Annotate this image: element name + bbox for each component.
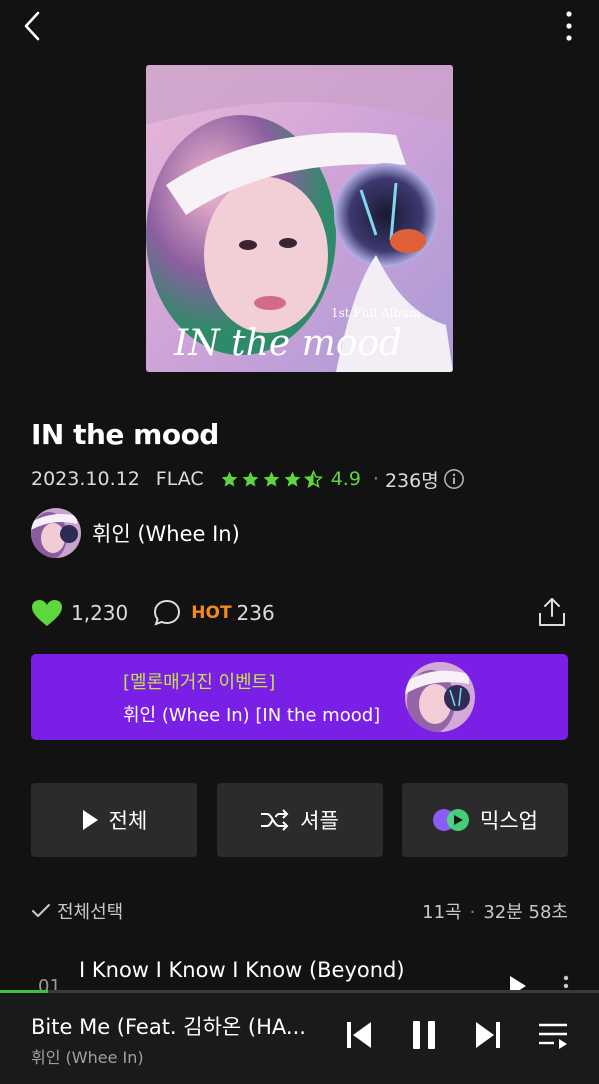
total-duration: 32분 58초 (483, 902, 568, 923)
play-all-button[interactable]: 전체 (31, 783, 197, 857)
select-all-button[interactable]: 전체선택 (31, 898, 123, 924)
track-count: 11곡 (422, 902, 462, 923)
artist-row[interactable]: 휘인 (Whee In) (31, 508, 240, 558)
tracklist-summary: 11곡 · 32분 58초 (422, 898, 568, 924)
star-icon (284, 471, 301, 487)
banner-tag: [멜론매거진 이벤트] (123, 672, 276, 693)
playback-progress[interactable] (0, 990, 599, 993)
mixup-label: 믹스업 (480, 809, 538, 833)
star-icon (242, 471, 259, 487)
rating-stars[interactable] (220, 469, 323, 489)
like-button[interactable]: 1,230 (31, 599, 128, 627)
now-playing-title: Bite Me (Feat. 김하온 (HA... (31, 1015, 306, 1039)
social-row: 1,230 HOT 236 (31, 594, 568, 632)
check-icon (32, 904, 50, 917)
chevron-left-icon (24, 11, 40, 41)
album-cover[interactable]: 1st Full Album IN the mood (146, 65, 453, 372)
album-meta: 2023.10.12 FLAC 4.9 · 236명 (31, 466, 465, 492)
comment-button[interactable]: HOT 236 (153, 599, 275, 627)
comment-icon (154, 599, 181, 626)
banner-text: 휘인 (Whee In) [IN the mood] (123, 705, 381, 726)
audio-format: FLAC (155, 468, 204, 490)
shuffle-label: 셔플 (300, 809, 339, 833)
next-icon[interactable] (474, 1020, 502, 1050)
artist-name: 휘인 (Whee In) (92, 522, 240, 546)
action-buttons: 전체 셔플 믹스업 (31, 783, 568, 857)
heart-icon (32, 600, 62, 626)
track-title: I Know I Know I Know (Beyond) (79, 958, 405, 982)
select-all-label: 전체선택 (57, 902, 124, 923)
share-icon (539, 598, 565, 626)
star-icon (221, 471, 238, 487)
more-options-button[interactable] (559, 8, 579, 44)
artist-avatar (31, 508, 81, 558)
top-bar (0, 0, 599, 54)
magazine-event-banner[interactable]: [멜론매거진 이벤트] 휘인 (Whee In) [IN the mood] (31, 654, 568, 740)
cover-title: IN the mood (173, 323, 402, 364)
back-button[interactable] (20, 10, 48, 42)
mixup-button[interactable]: 믹스업 (402, 783, 568, 857)
separator-dot: · (469, 902, 476, 923)
previous-icon[interactable] (345, 1020, 373, 1050)
half-star-icon (303, 469, 323, 488)
share-button[interactable] (536, 596, 568, 628)
playlist-icon[interactable] (537, 1020, 569, 1050)
like-count: 1,230 (71, 601, 129, 625)
shuffle-icon (261, 809, 289, 831)
more-vertical-icon (566, 11, 572, 41)
cover-subtitle: 1st Full Album (331, 306, 421, 320)
release-date: 2023.10.12 (31, 468, 140, 490)
tracklist-header: 전체선택 11곡 · 32분 58초 (31, 896, 568, 926)
mini-player[interactable]: Bite Me (Feat. 김하온 (HA... 휘인 (Whee In) (0, 990, 599, 1084)
progress-fill (0, 990, 48, 993)
hot-badge: HOT (191, 603, 232, 623)
info-icon[interactable] (443, 468, 465, 490)
play-all-label: 전체 (108, 809, 148, 833)
shuffle-button[interactable]: 셔플 (216, 783, 383, 857)
star-icon (263, 471, 280, 487)
comment-count: 236 (236, 601, 275, 625)
play-icon (82, 810, 98, 830)
now-playing-artist: 휘인 (Whee In) (31, 1048, 144, 1067)
pause-icon[interactable] (410, 1020, 438, 1050)
rating-count: 236명 (384, 469, 439, 492)
banner-thumbnail (405, 662, 475, 732)
separator-dot: · (372, 468, 379, 490)
album-title: IN the mood (31, 418, 219, 451)
track-row[interactable]: 01 I Know I Know I Know (Beyond) (0, 950, 599, 994)
rating-value: 4.9 (330, 468, 361, 490)
mixup-icon (433, 809, 470, 831)
